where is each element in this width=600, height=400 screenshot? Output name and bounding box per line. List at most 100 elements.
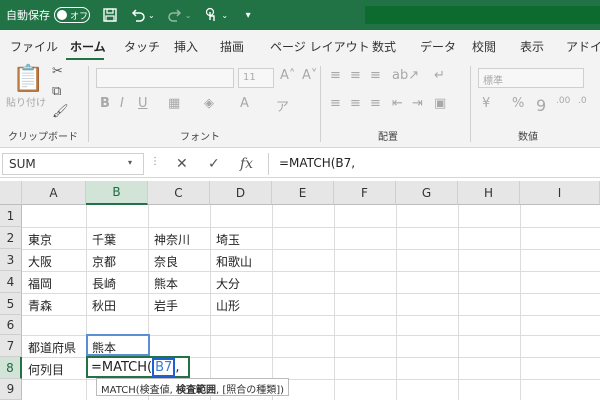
tooltip-arg-lookup-array[interactable]: 検査範囲 [176,385,216,396]
column-header-c[interactable]: C [148,181,210,205]
cell-b4[interactable]: 長崎 [88,271,120,293]
row-header-5[interactable]: 5 [0,293,22,315]
tab-review[interactable]: 校閲 [472,38,496,55]
format-painter-icon[interactable]: 🖌 [52,104,69,119]
percent-style-icon[interactable]: % [512,96,524,111]
font-size-box[interactable]: 11 [238,68,274,88]
formula-input[interactable]: =MATCH(B7, [268,153,600,175]
tab-file[interactable]: ファイル [10,38,58,55]
font-name-box[interactable] [96,68,234,88]
cell-a4[interactable]: 福岡 [24,271,56,293]
touch-dropdown-icon[interactable]: ⌄ [221,11,228,20]
align-middle-icon[interactable]: ≡ [350,68,361,83]
row-header-6[interactable]: 6 [0,315,22,335]
column-header-b[interactable]: B [86,181,148,205]
align-right-icon[interactable]: ≡ [370,96,381,111]
underline-icon[interactable]: U [138,96,148,111]
column-header-i[interactable]: I [520,181,600,205]
cell-a2[interactable]: 東京 [24,227,56,249]
customize-qat-icon[interactable]: ▾ [240,7,256,23]
tab-addins[interactable]: アドイン [566,38,600,55]
cell-a5[interactable]: 青森 [24,293,56,315]
copy-icon[interactable]: ⧉ [52,84,61,99]
column-header-e[interactable]: E [272,181,334,205]
touch-mode-icon[interactable] [203,7,219,23]
decrease-decimal-icon[interactable]: .0 [578,96,587,106]
cell-a7[interactable]: 都道府県 [24,335,80,357]
cell-c4[interactable]: 熊本 [150,271,182,293]
cell-c2[interactable]: 神奈川 [150,227,194,249]
comma-style-icon[interactable]: 9 [536,96,546,115]
cell-d5[interactable]: 山形 [212,293,244,315]
align-top-icon[interactable]: ≡ [330,68,341,83]
borders-icon[interactable]: ▦ [168,96,180,111]
cell-b2[interactable]: 千葉 [88,227,120,249]
decrease-font-icon[interactable]: A˅ [302,68,317,83]
row-header-1[interactable]: 1 [0,205,22,227]
cell-b5[interactable]: 秋田 [88,293,120,315]
row-header-8[interactable]: 8 [0,357,22,379]
tab-home[interactable]: ホーム [70,38,106,55]
increase-font-icon[interactable]: A˄ [280,68,295,83]
redo-dropdown-icon[interactable]: ⌄ [185,11,192,20]
cell-b3[interactable]: 京都 [88,249,120,271]
cell-a3[interactable]: 大阪 [24,249,56,271]
increase-decimal-icon[interactable]: .00 [556,96,570,106]
cell-d4[interactable]: 大分 [212,271,244,293]
tooltip-arg-match-type[interactable]: [照合の種類] [222,385,280,396]
align-left-icon[interactable]: ≡ [330,96,341,111]
redo-icon[interactable] [167,7,183,23]
wrap-text-icon[interactable]: ↵ [434,68,445,83]
tooltip-arg-lookup-value[interactable]: 検査値 [140,385,170,396]
phonetic-icon[interactable]: ア [276,96,289,115]
column-header-g[interactable]: G [396,181,458,205]
paste-icon[interactable]: 📋 [12,64,44,94]
name-box[interactable]: SUM [2,153,144,175]
tab-formulas[interactable]: 数式 [372,38,396,55]
column-header-h[interactable]: H [458,181,520,205]
cut-icon[interactable]: ✂ [52,64,63,79]
column-header-f[interactable]: F [334,181,396,205]
tab-view[interactable]: 表示 [520,38,544,55]
column-header-d[interactable]: D [210,181,272,205]
row-header-4[interactable]: 4 [0,271,22,293]
italic-icon[interactable]: I [120,96,124,111]
decrease-indent-icon[interactable]: ⇤ [392,96,403,111]
undo-icon[interactable] [130,7,146,23]
bold-icon[interactable]: B [100,96,110,111]
font-color-icon[interactable]: A [240,96,249,111]
column-header-a[interactable]: A [22,181,86,205]
cell-b8-editor[interactable]: =MATCH(B7, [86,356,190,378]
tab-page-layout[interactable]: ページ レイアウト [270,38,370,55]
tab-touch[interactable]: タッチ [124,38,160,55]
tab-draw[interactable]: 描画 [220,38,244,55]
cell-a8[interactable]: 何列目 [24,357,68,379]
tab-insert[interactable]: 挿入 [174,38,198,55]
row-header-3[interactable]: 3 [0,249,22,271]
tab-data[interactable]: データ [420,38,456,55]
select-all-corner[interactable] [0,181,22,205]
accounting-format-icon[interactable]: ¥ [482,96,490,111]
undo-dropdown-icon[interactable]: ⌄ [148,11,155,20]
increase-indent-icon[interactable]: ⇥ [412,96,423,111]
cell-c5[interactable]: 岩手 [150,293,182,315]
fill-color-icon[interactable]: ◈ [204,96,214,111]
formula-bar-grip-icon[interactable]: ⋮ [150,156,160,167]
insert-function-icon[interactable]: fx [240,156,253,172]
enter-icon[interactable]: ✓ [208,156,220,172]
merge-center-icon[interactable]: ▣ [434,96,446,111]
cell-d2[interactable]: 埼玉 [212,227,244,249]
cell-d3[interactable]: 和歌山 [212,249,256,271]
align-bottom-icon[interactable]: ≡ [370,68,381,83]
orientation-icon[interactable]: ab↗ [392,68,419,83]
save-icon[interactable] [102,7,118,23]
number-format-box[interactable]: 標準 [478,68,584,88]
cell-c3[interactable]: 奈良 [150,249,182,271]
row-header-7[interactable]: 7 [0,335,22,357]
autosave-toggle[interactable]: オフ [54,7,90,23]
name-box-dropdown-icon[interactable]: ▾ [128,158,132,167]
align-center-icon[interactable]: ≡ [350,96,361,111]
cancel-icon[interactable]: ✕ [176,156,188,172]
cell-b7[interactable]: 熊本 [88,335,120,357]
row-header-9[interactable]: 9 [0,379,22,400]
